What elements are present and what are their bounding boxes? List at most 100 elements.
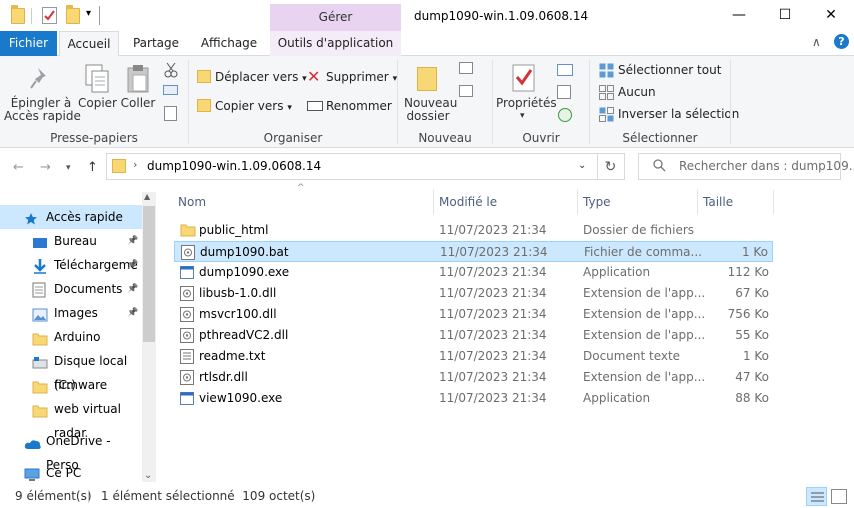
- large-icons-view-icon[interactable]: [831, 489, 847, 504]
- copy-to-button[interactable]: Copier vers ▾: [215, 96, 292, 116]
- tab-affichage[interactable]: Affichage: [193, 31, 265, 56]
- help-icon[interactable]: ?: [834, 34, 849, 49]
- customize-quick-access-icon[interactable]: ▾: [86, 8, 91, 19]
- pin-icon[interactable]: 📌: [127, 253, 138, 277]
- window-title: dump1090-win.1.09.0608.14: [414, 9, 589, 23]
- forward-arrow-icon[interactable]: →: [40, 160, 51, 175]
- nav-item[interactable]: Arduino: [0, 325, 142, 349]
- pin-icon[interactable]: 📌: [127, 277, 138, 301]
- group-label-organiser: Organiser: [263, 131, 323, 145]
- scroll-down-icon[interactable]: ⌄: [144, 470, 152, 481]
- column-header-modifie[interactable]: Modifié le: [439, 190, 497, 214]
- details-view-icon[interactable]: [806, 487, 827, 506]
- address-bar[interactable]: › dump1090-win.1.09.0608.14 ⌄: [106, 153, 598, 180]
- nav-item[interactable]: Téléchargeme 📌: [0, 253, 142, 277]
- up-arrow-icon[interactable]: ↑: [87, 160, 98, 175]
- nav-item[interactable]: OneDrive - Perso: [0, 429, 142, 472]
- file-date: 11/07/2023 21:34: [439, 265, 547, 279]
- file-size: 1 Ko: [741, 245, 768, 259]
- navigation-pane: Accès rapide Bureau 📌 Téléchargeme 📌 Document…: [0, 190, 156, 482]
- maximize-button[interactable]: ☐: [762, 0, 808, 31]
- file-row[interactable]: pthreadVC2.dll 11/07/2023 21:34 Extension …: [174, 325, 773, 346]
- move-to-button[interactable]: Déplacer vers ▾: [215, 67, 307, 87]
- pin-icon[interactable]: 📌: [127, 229, 138, 253]
- toolbar-divider: [99, 6, 100, 25]
- minimize-button[interactable]: —: [716, 0, 762, 31]
- paste-button[interactable]: Coller: [120, 97, 156, 110]
- new-folder-button[interactable]: Nouveau dossier: [404, 97, 457, 123]
- select-none-button[interactable]: Aucun: [618, 82, 656, 102]
- chevron-down-icon[interactable]: ⌄: [578, 160, 586, 171]
- new-folder-quick-icon[interactable]: [66, 5, 80, 24]
- nav-item[interactable]: Bureau 📌: [0, 229, 142, 253]
- easy-access-icon[interactable]: [459, 85, 473, 97]
- rename-icon: [307, 101, 323, 111]
- file-row[interactable]: public_html 11/07/2023 21:34 Dossier de fi…: [174, 220, 773, 241]
- copy-button[interactable]: Copier: [78, 97, 117, 110]
- paste-shortcut-icon[interactable]: [164, 106, 177, 121]
- column-divider[interactable]: [773, 190, 774, 214]
- cut-icon[interactable]: [164, 62, 178, 81]
- pin-icon[interactable]: 📌: [127, 301, 138, 325]
- recent-locations-icon[interactable]: ▾: [66, 163, 71, 173]
- file-row[interactable]: view1090.exe 11/07/2023 21:34 Application 8…: [174, 388, 773, 409]
- copy-path-icon[interactable]: [163, 85, 178, 95]
- edit-icon[interactable]: [557, 85, 571, 99]
- file-row[interactable]: dump1090.exe 11/07/2023 21:34 Application 1…: [174, 262, 773, 283]
- rename-button[interactable]: Renommer: [326, 96, 392, 116]
- select-all-button[interactable]: Sélectionner tout: [618, 60, 721, 80]
- close-button[interactable]: ✕: [808, 0, 854, 31]
- nav-item-label: firmware: [54, 378, 108, 392]
- nav-item[interactable]: Ce PC: [0, 461, 142, 485]
- tab-partage[interactable]: Partage: [125, 31, 187, 56]
- history-icon[interactable]: [558, 108, 572, 122]
- file-size: 756 Ko: [727, 307, 769, 321]
- selection-info: 1 élément sélectionné 109 octet(s): [101, 489, 316, 503]
- invert-selection-button[interactable]: Inverser la sélection: [618, 104, 739, 124]
- paste-icon: [126, 64, 150, 97]
- column-header-type[interactable]: Type: [583, 190, 611, 214]
- refresh-icon[interactable]: ↻: [597, 153, 625, 180]
- column-header-taille[interactable]: Taille: [703, 190, 733, 214]
- file-row[interactable]: msvcr100.dll 11/07/2023 21:34 Extension de…: [174, 304, 773, 325]
- batch-file-icon: [181, 245, 195, 260]
- column-header-nom[interactable]: Nom: [178, 190, 206, 214]
- new-item-icon[interactable]: [459, 62, 473, 74]
- nav-item-label: Images: [54, 306, 98, 320]
- folder-icon: [180, 223, 196, 238]
- tab-fichier[interactable]: Fichier: [0, 31, 57, 56]
- nav-item[interactable]: Disque local (C:): [0, 349, 142, 392]
- column-divider[interactable]: [697, 190, 698, 214]
- nav-item[interactable]: web virtual radar: [0, 397, 142, 440]
- copy-icon: [84, 64, 110, 97]
- nav-item[interactable]: Images 📌: [0, 301, 142, 325]
- nav-scroll-thumb[interactable]: [143, 206, 155, 342]
- properties-button[interactable]: Propriétés: [496, 97, 557, 110]
- back-arrow-icon[interactable]: ←: [13, 160, 24, 175]
- properties-quick-icon[interactable]: [42, 7, 57, 24]
- collapse-ribbon-icon[interactable]: ∧: [812, 35, 821, 49]
- nav-item[interactable]: firmware: [0, 373, 142, 397]
- search-input[interactable]: Rechercher dans : dump109...: [638, 153, 854, 180]
- file-row[interactable]: readme.txt 11/07/2023 21:34 Document texte…: [174, 346, 773, 367]
- tab-outils-application[interactable]: Outils d'application: [270, 31, 401, 56]
- properties-dropdown-icon[interactable]: ▾: [520, 111, 525, 121]
- file-row[interactable]: libusb-1.0.dll 11/07/2023 21:34 Extension …: [174, 283, 773, 304]
- nav-item-label: Ce PC: [46, 466, 82, 480]
- file-row[interactable]: dump1090.bat 11/07/2023 21:34 Fichier de c…: [174, 241, 773, 262]
- column-divider[interactable]: [577, 190, 578, 214]
- scroll-up-icon[interactable]: ▲: [144, 192, 150, 201]
- file-row[interactable]: rtlsdr.dll 11/07/2023 21:34 Extension de l…: [174, 367, 773, 388]
- tab-accueil[interactable]: Accueil: [59, 31, 119, 57]
- chevron-right-icon[interactable]: ›: [133, 158, 137, 171]
- column-divider[interactable]: [433, 190, 434, 214]
- file-type: Application: [583, 391, 651, 405]
- manage-context-tab[interactable]: Gérer: [270, 4, 401, 31]
- open-icon[interactable]: [557, 64, 573, 76]
- address-path[interactable]: dump1090-win.1.09.0608.14: [147, 159, 321, 173]
- delete-button[interactable]: Supprimer ▾: [326, 67, 397, 87]
- nav-item[interactable]: Documents 📌: [0, 277, 142, 301]
- pin-quick-access-button[interactable]: Épingler à Accès rapide: [4, 97, 81, 123]
- dll-icon: [180, 328, 194, 343]
- nav-item[interactable]: Accès rapide: [0, 205, 142, 229]
